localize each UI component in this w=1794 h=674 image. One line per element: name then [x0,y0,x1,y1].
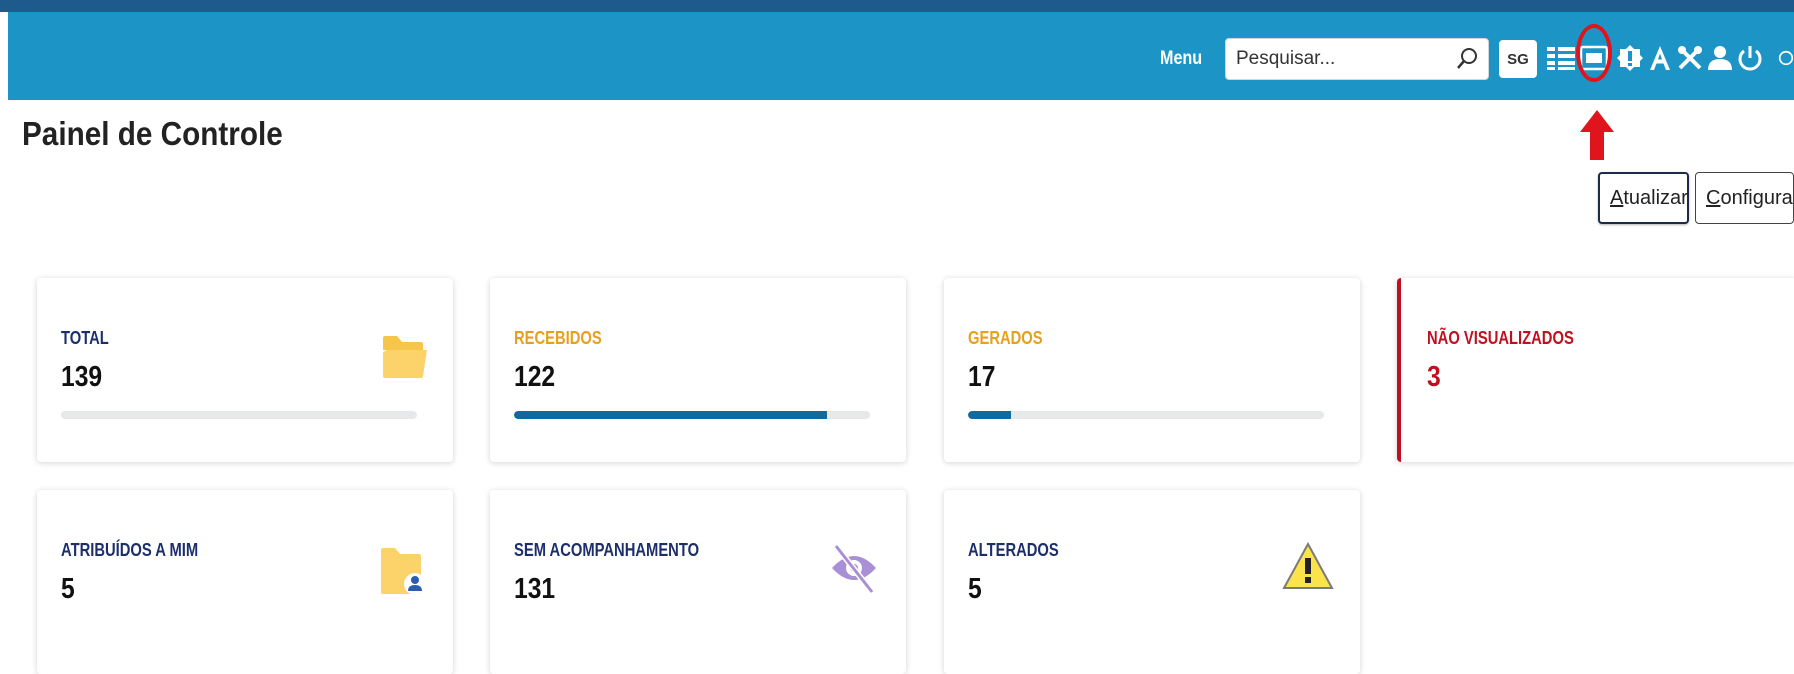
configure-button[interactable]: Configurar [1695,172,1794,224]
alert-badge-icon[interactable] [1614,40,1646,76]
card-label: SEM ACOMPANHAMENTO [514,540,700,560]
progress-fill [514,411,828,419]
help-icon[interactable] [1778,40,1794,76]
update-button-label: tualizar [1623,186,1688,209]
update-button[interactable]: Atualizar [1598,172,1689,224]
highlight-circle [1576,24,1612,82]
card-label: RECEBIDOS [514,328,602,348]
card-alterados[interactable]: ALTERADOS 5 [944,490,1360,674]
card-label: GERADOS [968,328,1043,348]
warning-icon [1282,542,1334,589]
folder-icon [383,336,427,378]
pointer-arrow-icon [1580,110,1614,160]
user-icon[interactable] [1704,40,1736,76]
font-size-icon[interactable] [1644,40,1676,76]
sg-button[interactable]: SG [1499,40,1537,78]
card-value: 17 [968,361,996,393]
eye-slash-icon [832,544,876,594]
page-title: Painel de Controle [22,115,283,152]
search-icon[interactable] [1454,46,1480,72]
card-gerados[interactable]: GERADOS 17 [944,278,1360,462]
menu-button[interactable]: Menu [1160,48,1202,70]
folder-user-icon [381,548,426,595]
card-value: 139 [61,361,103,393]
power-icon[interactable] [1734,40,1766,76]
configure-button-label: onfigurar [1720,186,1794,209]
progress-bar [514,411,870,419]
card-total[interactable]: TOTAL 139 [37,278,453,462]
card-value: 131 [514,573,556,605]
card-value: 122 [514,361,556,393]
card-value: 3 [1427,361,1441,393]
card-label: ATRIBUÍDOS A MIM [61,540,199,560]
card-label: TOTAL [61,328,109,348]
update-button-accesskey: A [1610,186,1624,209]
card-value: 5 [61,573,75,605]
configure-button-accesskey: C [1706,186,1721,209]
tools-icon[interactable] [1674,40,1706,76]
top-accent-line [0,0,1794,12]
card-nao-visualizados[interactable]: NÃO VISUALIZADOS 3 [1397,278,1794,462]
card-value: 5 [968,573,982,605]
card-atribuidos-a-mim[interactable]: ATRIBUÍDOS A MIM 5 [37,490,453,674]
progress-fill [968,411,1011,419]
progress-bar [968,411,1324,419]
progress-bar [61,411,417,419]
card-recebidos[interactable]: RECEBIDOS 122 [490,278,906,462]
search-box[interactable] [1225,38,1489,80]
card-sem-acompanhamento[interactable]: SEM ACOMPANHAMENTO 131 [490,490,906,674]
list-icon[interactable] [1545,40,1577,76]
card-label: NÃO VISUALIZADOS [1427,328,1574,348]
card-label: ALTERADOS [968,540,1059,560]
search-input[interactable] [1236,47,1436,71]
